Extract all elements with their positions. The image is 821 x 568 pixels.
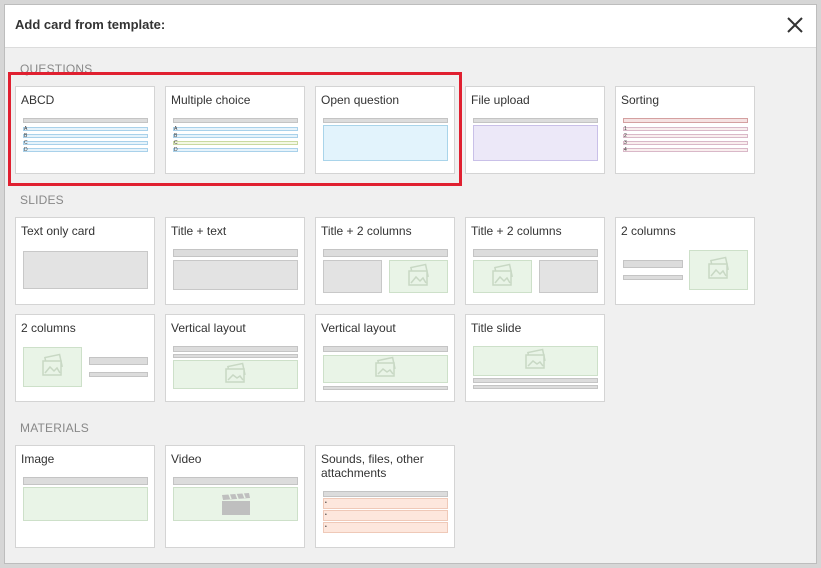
preview-title-bar <box>173 346 298 352</box>
dialog-title: Add card from template: <box>15 17 166 32</box>
card-label: Video <box>171 452 202 466</box>
preview-number: 3 <box>624 140 627 146</box>
card-label: Vertical layout <box>171 321 246 335</box>
dialog-header: Add card from template: <box>5 5 816 48</box>
card-vertical-layout-a[interactable]: Vertical layout <box>165 314 305 402</box>
preview-image-column <box>23 347 82 387</box>
image-icon <box>525 348 546 369</box>
card-title-2-columns-b[interactable]: Title + 2 columns <box>465 217 605 305</box>
preview-image-block <box>23 487 148 521</box>
preview-image-block <box>323 355 448 383</box>
card-sounds-files[interactable]: Sounds, files, other attachments • • • <box>315 445 455 548</box>
card-label: Sorting <box>621 93 660 107</box>
close-button[interactable] <box>784 14 806 36</box>
video-icon <box>222 492 250 515</box>
preview-attachment-row <box>323 522 448 533</box>
preview-sort-line <box>623 148 748 152</box>
preview-text-block <box>173 260 298 290</box>
preview-image-column <box>473 260 532 293</box>
card-label: Vertical layout <box>321 321 396 335</box>
card-video[interactable]: Video <box>165 445 305 548</box>
highlight-box <box>8 72 462 186</box>
card-title-slide[interactable]: Title slide <box>465 314 605 402</box>
preview-number: 1 <box>624 126 627 132</box>
preview-sort-line <box>623 134 748 138</box>
preview-text-line <box>89 357 148 365</box>
preview-number: 2 <box>624 133 627 139</box>
preview-title-bar <box>323 249 448 257</box>
card-label: 2 columns <box>21 321 76 335</box>
preview-title-bar <box>173 477 298 485</box>
preview-text-line <box>623 260 683 268</box>
card-2-columns-a[interactable]: 2 columns <box>615 217 755 305</box>
preview-upload-box <box>473 125 598 161</box>
section-slides: SLIDES <box>20 193 64 207</box>
card-file-upload[interactable]: File upload <box>465 86 605 174</box>
card-2-columns-b[interactable]: 2 columns <box>15 314 155 402</box>
preview-title-bar <box>173 249 298 257</box>
image-icon <box>408 263 429 286</box>
preview-text-block <box>23 251 148 289</box>
preview-sort-line <box>623 141 748 145</box>
card-label: Title + 2 columns <box>471 224 562 238</box>
card-label: Title slide <box>471 321 522 335</box>
preview-text-column <box>539 260 598 293</box>
preview-title-bar <box>323 346 448 352</box>
preview-attachment-row <box>323 498 448 509</box>
card-label: Image <box>21 452 55 466</box>
card-vertical-layout-b[interactable]: Vertical layout <box>315 314 455 402</box>
preview-text-line <box>173 354 298 358</box>
preview-title-bar <box>473 249 598 257</box>
preview-image-block <box>173 360 298 389</box>
preview-text-line <box>473 385 598 389</box>
image-icon <box>375 356 396 377</box>
preview-attachment-row <box>323 510 448 521</box>
preview-video-block <box>173 487 298 521</box>
preview-text-column <box>323 260 382 293</box>
card-sorting[interactable]: Sorting 1 2 3 4 <box>615 86 755 174</box>
card-title-text[interactable]: Title + text <box>165 217 305 305</box>
image-icon <box>42 353 63 376</box>
preview-title-bar <box>473 118 598 123</box>
preview-number: 4 <box>624 147 627 153</box>
preview-image-column <box>389 260 448 293</box>
preview-bullet: • <box>325 500 327 506</box>
section-materials: MATERIALS <box>20 421 89 435</box>
preview-bullet: • <box>325 524 327 530</box>
preview-sort-line <box>623 127 748 131</box>
preview-text-line <box>323 386 448 390</box>
card-label: 2 columns <box>621 224 676 238</box>
image-icon <box>225 362 246 383</box>
preview-title-bar <box>473 378 598 383</box>
image-icon <box>492 263 513 286</box>
preview-text-line <box>89 372 148 377</box>
preview-image-block <box>473 346 598 376</box>
card-label: Title + text <box>171 224 227 238</box>
image-icon <box>708 256 729 279</box>
preview-image-column <box>689 250 748 290</box>
preview-title-bar <box>623 118 748 123</box>
card-text-only[interactable]: Text only card <box>15 217 155 305</box>
preview-title-bar <box>323 491 448 497</box>
card-label: File upload <box>471 93 530 107</box>
card-image[interactable]: Image <box>15 445 155 548</box>
card-label: Title + 2 columns <box>321 224 412 238</box>
close-icon <box>787 17 803 33</box>
preview-bullet: • <box>325 512 327 518</box>
preview-text-line <box>623 275 683 280</box>
preview-title-bar <box>23 477 148 485</box>
card-label: Sounds, files, other attachments <box>321 452 424 480</box>
card-title-2-columns-a[interactable]: Title + 2 columns <box>315 217 455 305</box>
card-label: Text only card <box>21 224 96 238</box>
